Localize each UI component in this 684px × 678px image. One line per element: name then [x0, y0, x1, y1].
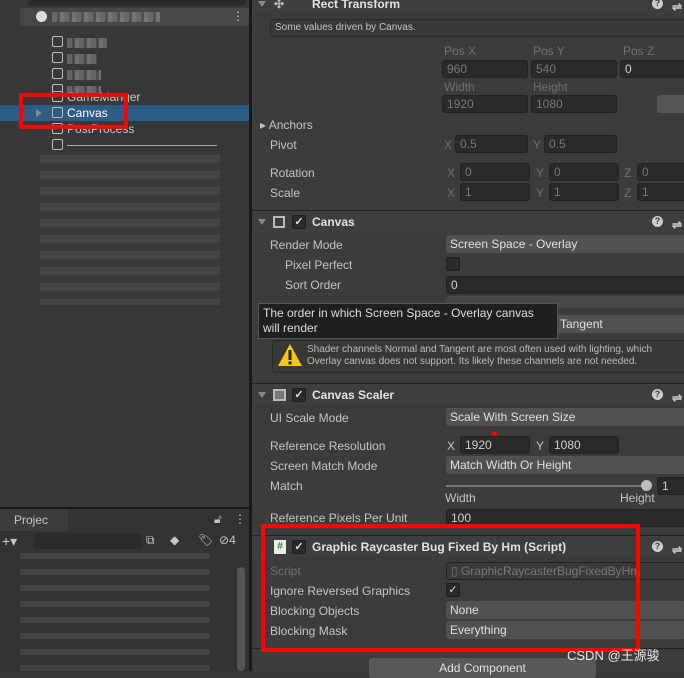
- width-field[interactable]: 1920: [442, 95, 528, 113]
- component-title: Rect Transform: [312, 0, 401, 11]
- hierarchy-separator-item[interactable]: [20, 137, 249, 153]
- help-icon[interactable]: ?: [652, 0, 663, 9]
- match-value-field[interactable]: 1: [657, 477, 684, 495]
- tooltip: The order in which Screen Space - Overla…: [258, 303, 558, 339]
- help-icon[interactable]: ?: [652, 541, 663, 552]
- driven-note: Some values driven by Canvas.: [270, 19, 684, 37]
- canvas-scaler-icon: [273, 389, 286, 401]
- unity-scene-icon: [36, 11, 47, 22]
- help-icon[interactable]: ?: [652, 389, 663, 400]
- tab-project[interactable]: Projec: [0, 509, 68, 531]
- pixel-perfect-checkbox[interactable]: [446, 257, 460, 271]
- presets-icon[interactable]: ⇌: [672, 0, 682, 18]
- presets-icon[interactable]: ⇌: [672, 214, 682, 236]
- rotation-z-field[interactable]: 0: [637, 163, 684, 181]
- scene-header-row[interactable]: ⋮: [20, 8, 249, 26]
- warning-box: Shader channels Normal and Tangent are m…: [272, 340, 684, 373]
- ref-res-y-field[interactable]: 1080: [549, 436, 619, 454]
- search-by-type-icon[interactable]: ⧉: [146, 533, 155, 548]
- help-icon[interactable]: ?: [652, 216, 663, 227]
- obscured-hierarchy-items: [40, 155, 220, 305]
- canvas-scaler-enabled-checkbox[interactable]: ✓: [292, 388, 306, 402]
- project-search-input[interactable]: [34, 533, 142, 549]
- lock-icon[interactable]: 🔓︎: [214, 512, 222, 527]
- watermark: CSDN @王源骏: [567, 648, 660, 663]
- ref-res-x-field[interactable]: 1920: [460, 436, 530, 454]
- presets-icon[interactable]: ⇌: [672, 539, 682, 561]
- pivot-x-field[interactable]: 0.5: [455, 135, 528, 153]
- obscured-project-items: [20, 553, 210, 671]
- rect-transform-icon: ✣: [274, 0, 285, 11]
- project-panel: Projec 🔓︎ ⋮ +▾ ⧉ ◆ 🏷︎ ⊘4: [0, 507, 249, 671]
- scrollbar[interactable]: [237, 567, 245, 671]
- canvas-enabled-checkbox[interactable]: ✓: [292, 215, 306, 229]
- filter-type-icon[interactable]: ◆: [170, 533, 179, 547]
- add-component-button[interactable]: Add Component: [369, 658, 596, 678]
- highlight-box-canvas: [19, 93, 128, 129]
- presets-icon[interactable]: ⇌: [672, 387, 682, 409]
- height-field[interactable]: 1080: [531, 95, 617, 113]
- rect-transform-header[interactable]: ✣ Rect Transform ? ⇌: [252, 0, 684, 14]
- pos-x-field[interactable]: 960: [442, 60, 528, 78]
- sort-order-field[interactable]: 0: [446, 276, 684, 294]
- screen-match-mode-dropdown[interactable]: Match Width Or Height: [446, 456, 684, 474]
- rotation-x-field[interactable]: 0: [460, 163, 530, 181]
- hierarchy-item-obscured[interactable]: [20, 66, 249, 82]
- hierarchy-item-obscured[interactable]: [20, 34, 249, 50]
- kebab-icon[interactable]: ⋮: [234, 512, 246, 526]
- canvas-scaler-header[interactable]: ✓ Canvas Scaler ? ⇌: [252, 383, 684, 405]
- rotation-y-field[interactable]: 0: [549, 163, 619, 181]
- scene-name-obscured: [52, 12, 160, 22]
- scale-x-field[interactable]: 1: [460, 183, 530, 201]
- pos-y-field[interactable]: 540: [531, 60, 617, 78]
- highlight-box-raycaster: [261, 524, 640, 652]
- hierarchy-search[interactable]: [28, 0, 246, 6]
- pivot-y-field[interactable]: 0.5: [544, 135, 617, 153]
- warning-icon: [278, 344, 302, 366]
- warning-text: Shader channels Normal and Tangent are m…: [307, 344, 653, 367]
- scale-y-field[interactable]: 1: [549, 183, 619, 201]
- canvas-header[interactable]: ✓ Canvas ? ⇌: [252, 210, 684, 232]
- label-tag-icon[interactable]: 🏷︎: [198, 533, 213, 547]
- add-dropdown-button[interactable]: +▾: [2, 533, 17, 550]
- scale-z-field[interactable]: 1: [637, 183, 684, 201]
- match-slider-track[interactable]: [446, 485, 650, 487]
- match-slider-thumb[interactable]: [641, 480, 652, 491]
- render-mode-dropdown[interactable]: Screen Space - Overlay: [446, 235, 684, 253]
- raw-edit-button[interactable]: [657, 95, 684, 113]
- anchors-foldout[interactable]: ▸ Anchors: [260, 118, 313, 132]
- hidden-packages-icon[interactable]: ⊘4: [219, 533, 236, 547]
- canvas-icon: [273, 216, 285, 228]
- inspector-panel: ✣ Rect Transform ? ⇌ Some values driven b…: [252, 0, 684, 678]
- hierarchy-item-obscured[interactable]: [20, 50, 249, 66]
- hierarchy-panel: ⋮ GameManger Canvas PostProcess Projec 🔓…: [0, 0, 249, 671]
- kebab-icon[interactable]: ⋮: [232, 9, 244, 23]
- pos-z-field[interactable]: 0: [620, 60, 684, 78]
- ui-scale-mode-dropdown[interactable]: Scale With Screen Size: [446, 408, 684, 426]
